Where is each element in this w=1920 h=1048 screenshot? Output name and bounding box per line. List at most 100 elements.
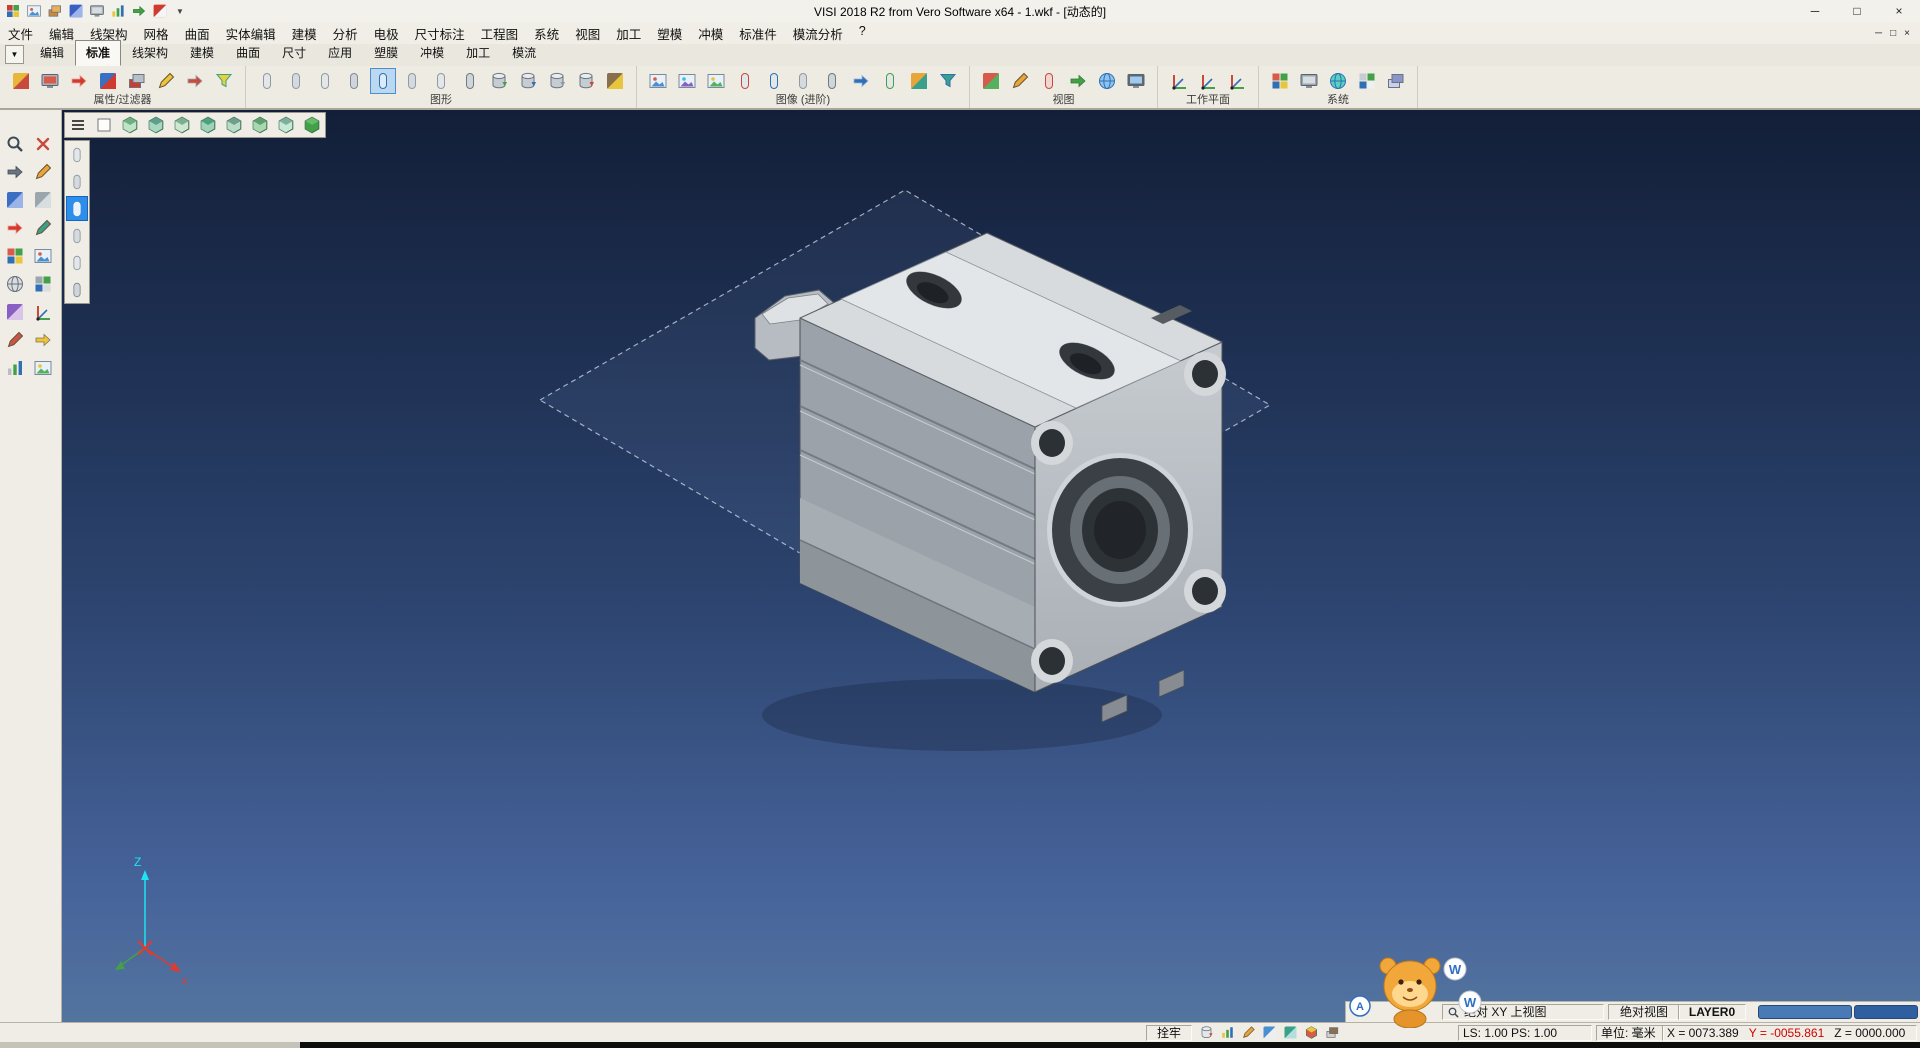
gfx-hide-icon[interactable] <box>283 68 309 94</box>
delete-icon[interactable] <box>31 132 55 156</box>
edit-pencil-icon[interactable] <box>31 160 55 184</box>
system-sparkle-icon[interactable] <box>1354 68 1380 94</box>
settings-icon[interactable] <box>130 2 148 20</box>
status-chart-icon[interactable] <box>1219 1025 1235 1041</box>
menu-item-18[interactable]: 模流分析 <box>785 22 851 45</box>
status-cube-icon[interactable] <box>1303 1025 1319 1041</box>
status-edit-icon[interactable] <box>1240 1025 1256 1041</box>
measure-icon[interactable] <box>3 328 27 352</box>
system-display-icon[interactable] <box>1296 68 1322 94</box>
view-front-icon[interactable] <box>222 114 246 136</box>
menu-item-14[interactable]: 加工 <box>608 22 649 45</box>
cylinder-model[interactable] <box>755 233 1226 722</box>
view-capsule-icon[interactable] <box>1036 68 1062 94</box>
tab-7[interactable]: 应用 <box>317 40 363 66</box>
view-iso-1-icon[interactable] <box>118 114 142 136</box>
entity-filter-meshes-icon[interactable] <box>66 250 88 275</box>
notes-icon[interactable] <box>31 356 55 380</box>
entity-filter-points-icon[interactable] <box>66 142 88 167</box>
view-top-icon[interactable] <box>196 114 220 136</box>
close-button[interactable]: × <box>1878 0 1920 22</box>
gfx-isolate-icon[interactable] <box>312 68 338 94</box>
view-orbit-icon[interactable] <box>1094 68 1120 94</box>
tab-3[interactable]: 线架构 <box>121 40 179 66</box>
img-gallery-icon[interactable] <box>674 68 700 94</box>
system-colors-icon[interactable] <box>1267 68 1293 94</box>
gfx-db-stack-icon[interactable] <box>544 68 570 94</box>
gfx-show-all-icon[interactable] <box>254 68 280 94</box>
img-adjust-icon[interactable] <box>906 68 932 94</box>
entity-filter-lines-icon[interactable] <box>66 169 88 194</box>
view-back-icon[interactable] <box>274 114 298 136</box>
chart-icon[interactable] <box>3 356 27 380</box>
viewport[interactable]: Z x <box>62 110 1920 1022</box>
pan-icon[interactable] <box>3 160 27 184</box>
attr-filter-icon[interactable] <box>211 68 237 94</box>
menu-item-19[interactable]: ? <box>851 22 874 45</box>
entity-filter-solids-icon[interactable] <box>66 196 88 221</box>
tab-1[interactable]: 编辑 <box>29 40 75 66</box>
tab-2[interactable]: 标准 <box>75 40 121 66</box>
gfx-db-load-icon[interactable] <box>486 68 512 94</box>
tab-11[interactable]: 模流 <box>501 40 547 66</box>
palette-icon[interactable] <box>3 244 27 268</box>
img-cyl-dark-icon[interactable] <box>819 68 845 94</box>
view-iso-2-icon[interactable] <box>144 114 168 136</box>
gfx-flag-icon[interactable] <box>602 68 628 94</box>
img-cyl-blue-icon[interactable] <box>761 68 787 94</box>
modify-icon[interactable] <box>31 216 55 240</box>
view-iso-3-icon[interactable] <box>170 114 194 136</box>
tab-dropdown-button[interactable]: ▼ <box>5 45 24 64</box>
active-layer-indicator[interactable]: LAYER0 <box>1678 1004 1746 1020</box>
app-logo-icon[interactable] <box>4 2 22 20</box>
attr-link-icon[interactable] <box>95 68 121 94</box>
wcs-icon[interactable] <box>31 300 55 324</box>
minimize-button[interactable]: ─ <box>1794 0 1836 22</box>
view-monitor-icon[interactable] <box>1123 68 1149 94</box>
absolute-view-indicator[interactable]: 绝对视图 <box>1608 1004 1680 1020</box>
attr-modify-icon[interactable] <box>8 68 34 94</box>
status-db-icon[interactable] <box>1198 1025 1214 1041</box>
entity-filter-surfaces-icon[interactable] <box>66 223 88 248</box>
workplane-xyz-icon[interactable] <box>1166 68 1192 94</box>
gfx-section-icon[interactable] <box>457 68 483 94</box>
gfx-db-save-icon[interactable] <box>515 68 541 94</box>
img-capture-icon[interactable] <box>645 68 671 94</box>
img-cyl-red-icon[interactable] <box>732 68 758 94</box>
zoom-icon[interactable] <box>3 132 27 156</box>
gfx-wireframe-icon[interactable] <box>370 68 396 94</box>
attr-library-icon[interactable] <box>124 68 150 94</box>
trim-icon[interactable] <box>31 188 55 212</box>
view-menu-icon[interactable] <box>66 114 90 136</box>
quick-access-dropdown[interactable]: ▼ <box>172 7 188 16</box>
rotate-icon[interactable] <box>3 216 27 240</box>
save-icon[interactable] <box>67 2 85 20</box>
menu-item-13[interactable]: 视图 <box>567 22 608 45</box>
view-side-icon[interactable] <box>248 114 272 136</box>
polyline-icon[interactable] <box>3 188 27 212</box>
snap-lock-toggle[interactable]: 拴牢 <box>1146 1025 1192 1041</box>
system-layers-icon[interactable] <box>1383 68 1409 94</box>
mesh-icon[interactable] <box>31 272 55 296</box>
gfx-edges-icon[interactable] <box>399 68 425 94</box>
img-arrow-icon[interactable] <box>848 68 874 94</box>
status-snap-icon[interactable] <box>1282 1025 1298 1041</box>
new-document-icon[interactable] <box>25 2 43 20</box>
entity-filter-annotations-icon[interactable] <box>66 277 88 302</box>
menu-item-16[interactable]: 冲模 <box>690 22 731 45</box>
sheet-icon[interactable] <box>31 244 55 268</box>
menu-item-15[interactable]: 塑模 <box>649 22 690 45</box>
open-file-icon[interactable] <box>46 2 64 20</box>
view-style-icon[interactable] <box>978 68 1004 94</box>
mdi-close-button[interactable]: × <box>1904 28 1910 39</box>
gfx-shade-icon[interactable] <box>341 68 367 94</box>
attr-printer-icon[interactable] <box>37 68 63 94</box>
view-measure-icon[interactable] <box>1007 68 1033 94</box>
profile-icon[interactable] <box>3 300 27 324</box>
maximize-button[interactable]: □ <box>1836 0 1878 22</box>
img-cyl-gray-icon[interactable] <box>790 68 816 94</box>
plot-icon[interactable] <box>109 2 127 20</box>
color-swatch-2[interactable] <box>1854 1005 1918 1019</box>
help-icon[interactable] <box>151 2 169 20</box>
workplane-align-icon[interactable] <box>1195 68 1221 94</box>
